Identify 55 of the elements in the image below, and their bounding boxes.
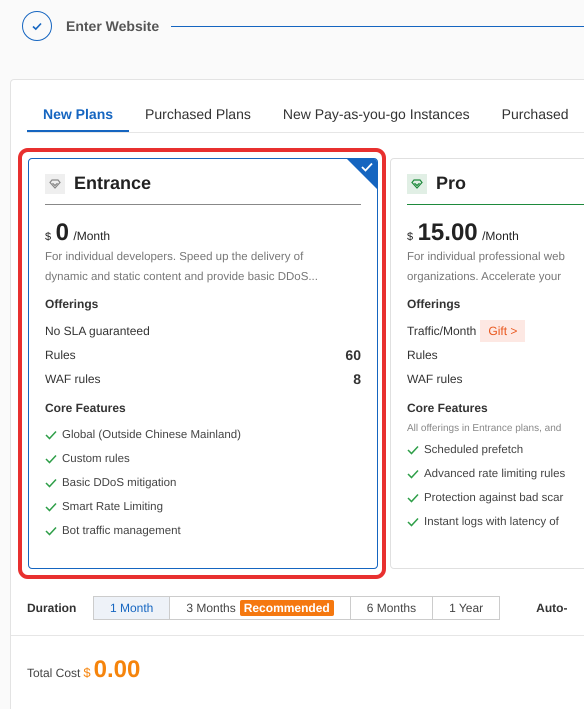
duration-label: Duration: [27, 601, 78, 615]
step-title: Enter Website: [66, 18, 160, 34]
check-icon: [45, 526, 57, 536]
section-heading: Core Features: [407, 401, 489, 415]
tab[interactable]: New Plans: [27, 96, 130, 132]
offering-label: No SLA guaranteed: [45, 324, 150, 338]
check-icon: [407, 493, 419, 503]
feature-text: Protection against bad scar: [424, 492, 564, 504]
feature-text: Basic DDoS mitigation: [62, 477, 176, 489]
tab[interactable]: Purchased Plans: [129, 96, 267, 132]
duration-option[interactable]: 1 Year: [432, 596, 500, 620]
offering-value: 8: [353, 371, 361, 387]
plan-description: For individual professional web: [407, 250, 566, 265]
feature-text: Scheduled prefetch: [424, 444, 524, 456]
section-heading: Offerings: [45, 297, 100, 311]
feature-text: Custom rules: [62, 453, 130, 465]
tab[interactable]: New Pay-as-you-go Instances: [266, 96, 486, 132]
total-currency: $: [83, 665, 91, 680]
offering-label: WAF rules: [45, 372, 101, 386]
offering-label: Rules: [45, 348, 76, 362]
plan-name: Entrance: [74, 173, 152, 194]
feature-text: Smart Rate Limiting: [62, 501, 163, 513]
recommended-badge: Recommended: [240, 600, 334, 616]
feature-text: Advanced rate limiting rules: [424, 468, 566, 480]
tab[interactable]: Purchased: [486, 96, 584, 132]
check-icon: [407, 469, 419, 479]
check-icon: [45, 430, 57, 440]
offering-value: 60: [345, 347, 361, 363]
duration-option[interactable]: 1 Month: [93, 596, 170, 620]
auto-renew-label: Auto-: [536, 601, 568, 615]
feature-text: Instant logs with latency of: [424, 516, 559, 528]
section-heading: Offerings: [407, 297, 462, 311]
offering-label: Traffic/Month: [407, 324, 476, 338]
check-icon: [45, 454, 57, 464]
total-label: Total Cost: [27, 666, 80, 680]
offering-label: Rules: [407, 348, 438, 362]
selected-check-icon: [347, 159, 377, 189]
feature-text: Bot traffic management: [62, 525, 181, 537]
check-icon: [45, 502, 57, 512]
duration-option[interactable]: 6 Months: [350, 596, 434, 620]
duration-option[interactable]: 3 Months Recommended: [169, 596, 351, 620]
check-icon: [407, 445, 419, 455]
plan-price: $ 15.00 /Month: [407, 219, 520, 247]
plan-description: dynamic and static content and provide basic DDoS...: [45, 270, 319, 285]
feature-text: Global (Outside Chinese Mainland): [62, 429, 241, 441]
plan-description: organizations. Accelerate your: [407, 270, 562, 285]
plan-price: $ 0 /Month: [45, 219, 112, 247]
total-amount: 0.00: [94, 656, 140, 684]
section-heading: Core Features: [45, 401, 127, 415]
check-icon: [407, 517, 419, 527]
offering-label: WAF rules: [407, 372, 463, 386]
features-note: All offerings in Entrance plans, and: [407, 423, 562, 434]
plan-name: Pro: [436, 173, 466, 194]
plan-description: For individual developers. Speed up the delivery of: [45, 250, 304, 265]
check-icon: [45, 478, 57, 488]
